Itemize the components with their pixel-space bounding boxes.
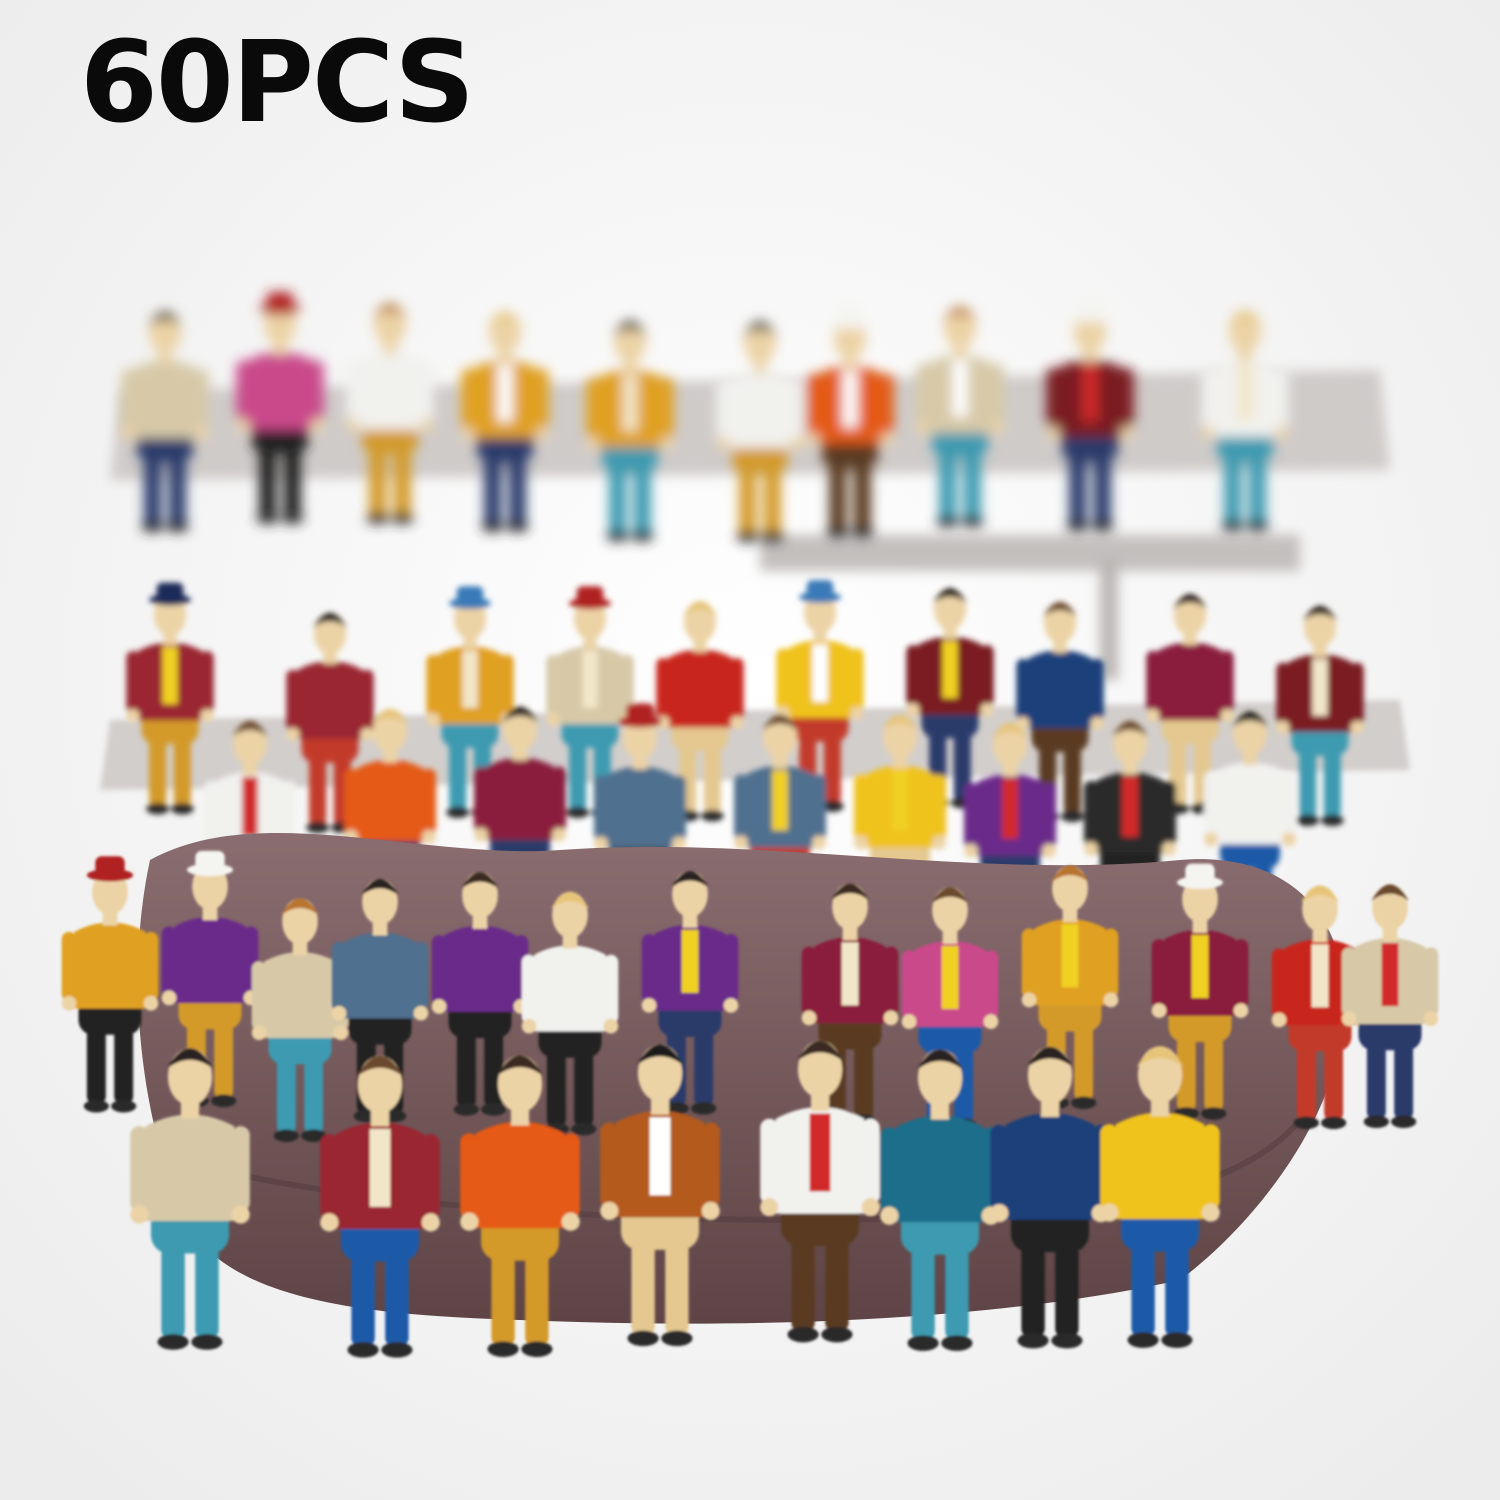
product-photo-canvas: 60PCS [0,0,1500,1500]
headline-quantity: 60PCS [80,18,475,148]
product-photo [0,0,1500,1500]
